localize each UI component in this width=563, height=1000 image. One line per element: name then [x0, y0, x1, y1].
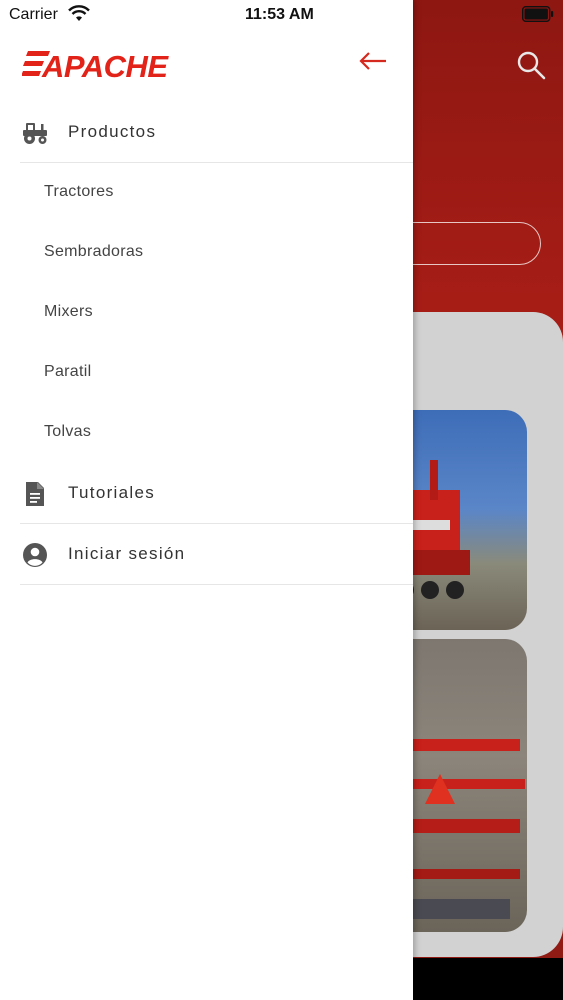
navigation-drawer: APACHE Productos Tractores Sembradoras M…	[0, 0, 413, 1000]
menu-item-label: Productos	[68, 122, 157, 141]
divider	[20, 584, 413, 585]
menu-item-productos[interactable]: Productos	[0, 102, 413, 162]
menu-item-iniciar-sesion[interactable]: Iniciar sesión	[0, 524, 413, 584]
drawer-menu: Productos Tractores Sembradoras Mixers P…	[0, 102, 413, 585]
submenu-item-label: Tractores	[44, 183, 114, 200]
tractor-icon	[23, 123, 47, 144]
menu-item-label: Tutoriales	[68, 483, 156, 502]
carrier-label: Carrier	[9, 6, 58, 23]
submenu-item-label: Mixers	[44, 303, 93, 320]
submenu-item-paratil[interactable]: Paratil	[0, 343, 413, 403]
menu-item-tutoriales[interactable]: Tutoriales	[0, 463, 413, 523]
search-icon[interactable]	[516, 50, 546, 80]
submenu-item-tractores[interactable]: Tractores	[0, 163, 413, 223]
wifi-icon	[68, 5, 90, 21]
submenu-item-sembradoras[interactable]: Sembradoras	[0, 223, 413, 283]
document-icon	[26, 482, 44, 506]
submenu-item-label: Tolvas	[44, 423, 92, 440]
menu-item-label: Iniciar sesión	[68, 544, 186, 563]
back-arrow-icon[interactable]	[356, 48, 390, 74]
drawer-header: APACHE	[0, 32, 413, 102]
battery-icon	[522, 6, 554, 22]
svg-text:APACHE: APACHE	[41, 49, 169, 82]
submenu-item-tolvas[interactable]: Tolvas	[0, 403, 413, 463]
submenu-item-label: Sembradoras	[44, 243, 144, 260]
submenu-item-mixers[interactable]: Mixers	[0, 283, 413, 343]
apache-logo: APACHE	[22, 49, 170, 82]
status-bar: Carrier 11:53 AM	[0, 0, 563, 32]
account-circle-icon	[23, 543, 47, 567]
submenu-item-label: Paratil	[44, 363, 92, 380]
clock: 11:53 AM	[245, 6, 314, 23]
